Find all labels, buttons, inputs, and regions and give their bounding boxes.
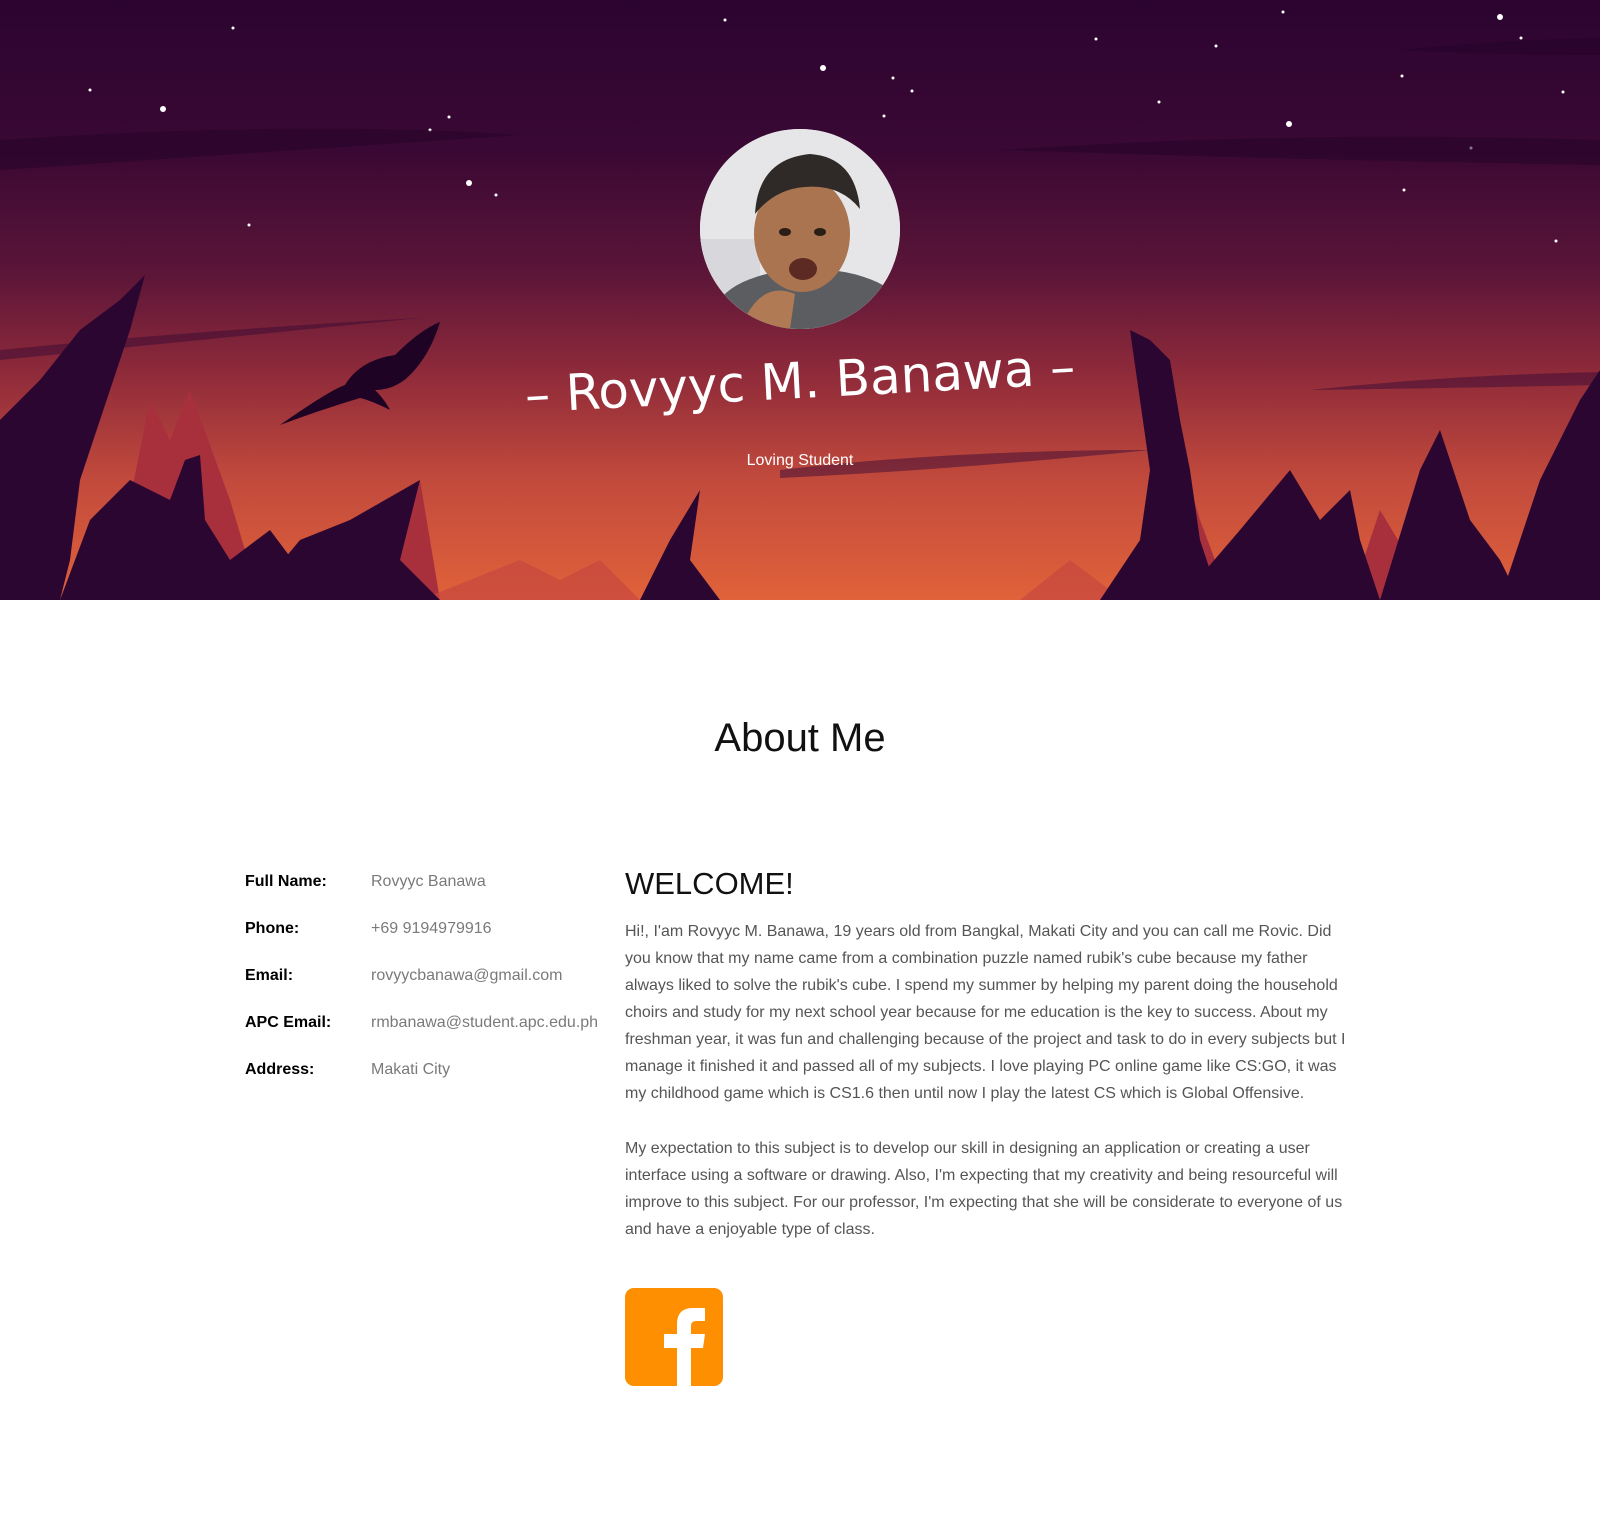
section-title-about: About Me (714, 716, 886, 760)
hero-tagline: Loving Student (746, 452, 854, 469)
info-row-phone: Phone: +69 9194979916 (245, 920, 615, 967)
info-label: Email: (245, 967, 294, 984)
welcome-section: WELCOME! Hi!, I'am Rovyyc M. Banawa, 19 … (625, 866, 1350, 1271)
info-value: Makati City (371, 1061, 451, 1078)
info-value: rovyycbanawa@gmail.com (371, 967, 563, 984)
personal-info-list: Full Name: Rovyyc Banawa Phone: +69 9194… (245, 873, 615, 1108)
info-value: Rovyyc Banawa (371, 873, 486, 890)
info-row-address: Address: Makati City (245, 1061, 615, 1108)
avatar (700, 129, 900, 329)
about-paragraph-intro: Hi!, I'am Rovyyc M. Banawa, 19 years old… (625, 923, 1346, 1102)
info-label: Full Name: (245, 873, 327, 890)
info-row-email: Email: rovyycbanawa@gmail.com (245, 967, 615, 1014)
info-label: Phone: (245, 920, 300, 937)
facebook-icon (664, 1308, 705, 1386)
info-label: Address: (245, 1061, 315, 1078)
info-row-full-name: Full Name: Rovyyc Banawa (245, 873, 615, 920)
info-value: +69 9194979916 (371, 920, 492, 937)
info-value: rmbanawa@student.apc.edu.ph (371, 1014, 599, 1031)
info-row-apc-email: APC Email: rmbanawa@student.apc.edu.ph (245, 1014, 615, 1061)
info-label: APC Email: (245, 1014, 332, 1031)
facebook-link[interactable] (625, 1288, 723, 1386)
hero-banner: – Rovyyc M. Banawa – Loving Student (0, 0, 1600, 600)
about-paragraph-expectation: My expectation to this subject is to dev… (625, 1140, 1343, 1238)
welcome-heading: WELCOME! (625, 866, 794, 901)
